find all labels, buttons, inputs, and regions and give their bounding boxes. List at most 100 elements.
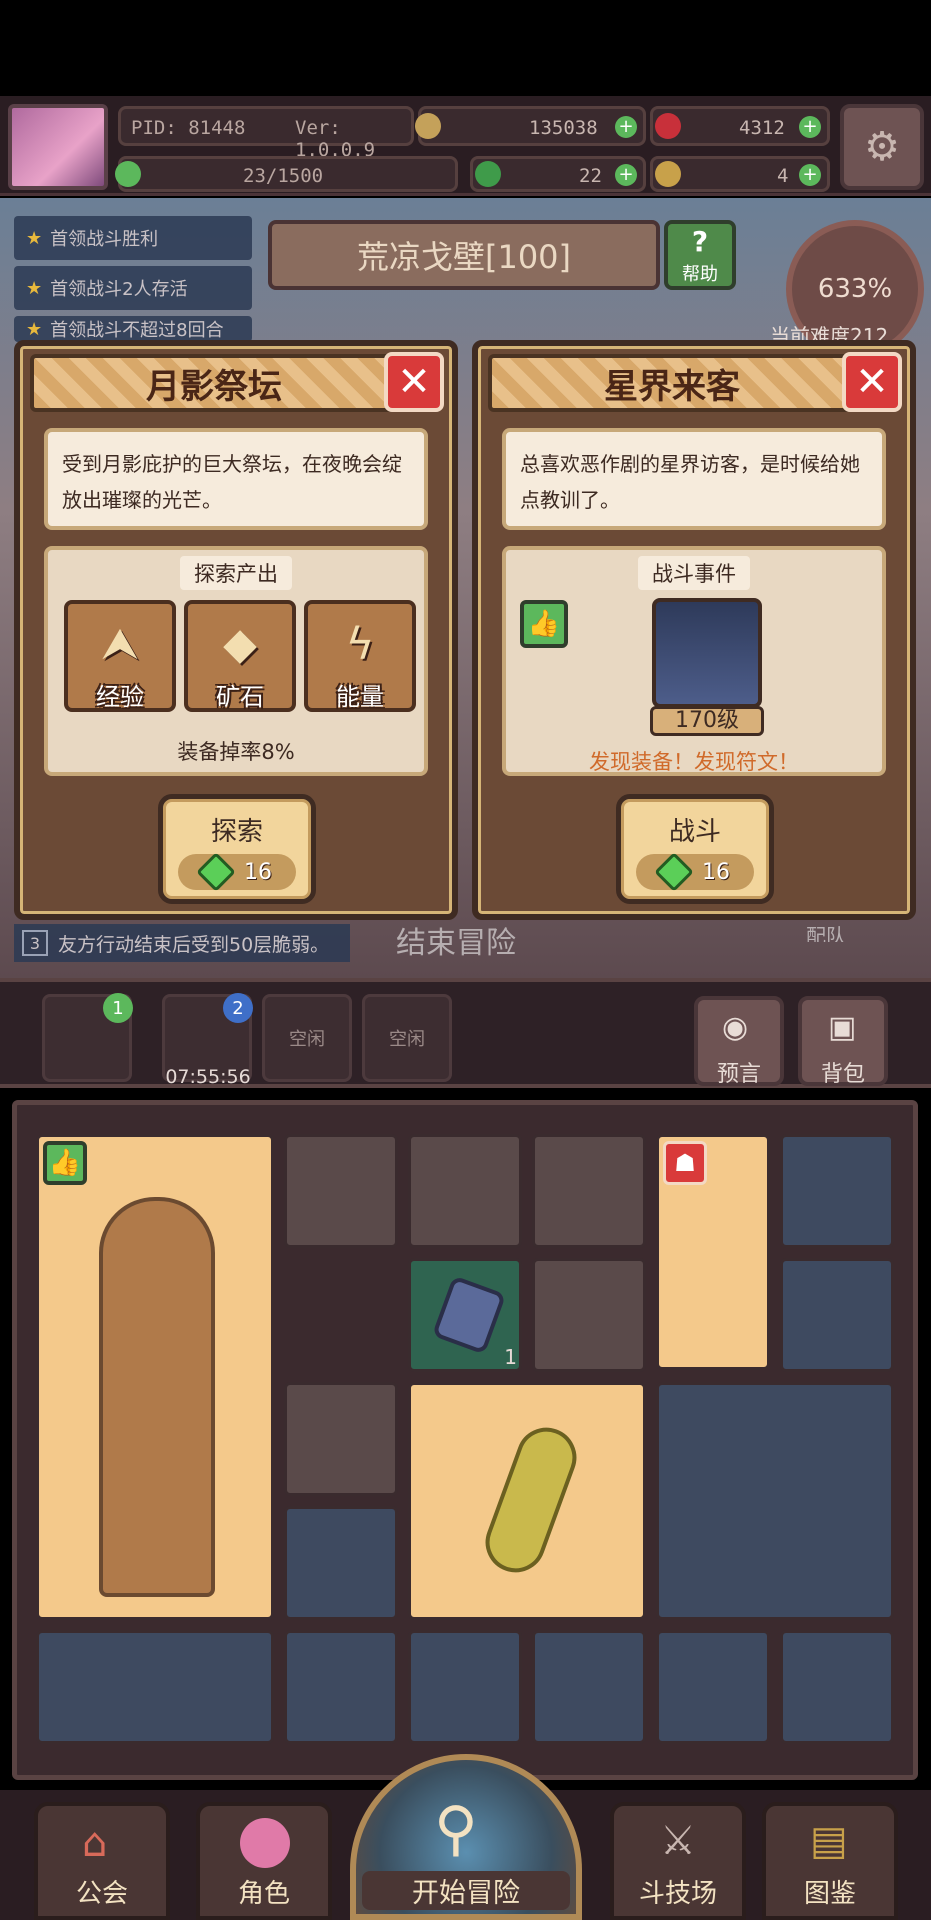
ore-icon: ◆: [223, 618, 257, 670]
output-slot[interactable]: ⮝ 经验: [64, 600, 176, 712]
slot-badge: 1: [103, 993, 133, 1023]
nav-character-label: 角色: [237, 1879, 290, 1909]
ruby-value: 4312: [739, 117, 785, 139]
battle-button[interactable]: 战斗 16: [616, 794, 774, 904]
cactus-icon: [477, 1419, 585, 1581]
help-button[interactable]: ? 帮助: [664, 220, 736, 290]
cauldron-tile[interactable]: [532, 1258, 646, 1372]
magnifier-icon: ⚲: [434, 1794, 478, 1864]
slot-label: 空闲: [289, 1029, 325, 1050]
slot-label: 空闲: [389, 1029, 425, 1050]
add-clover-button[interactable]: +: [615, 164, 637, 186]
board-cell[interactable]: [284, 1382, 398, 1496]
region-name[interactable]: 荒凉戈壁[100]: [268, 220, 660, 290]
nav-guild-label: 公会: [75, 1879, 128, 1909]
nav-arena-label: 斗技场: [638, 1879, 717, 1909]
crystal-icon: [431, 1275, 507, 1355]
quest-label: 首领战斗2人存活: [50, 279, 188, 300]
output-slot[interactable]: ϟ 能量: [304, 600, 416, 712]
green-gem-icon: [654, 852, 694, 892]
nav-codex[interactable]: ▤ 图鉴: [762, 1802, 898, 1920]
board-cell[interactable]: [284, 1630, 398, 1744]
backpack-button[interactable]: ▣ 背包: [798, 996, 888, 1087]
findings-text: 发现装备！发现符文！: [589, 750, 799, 774]
explore-button[interactable]: 探索 16: [158, 794, 316, 904]
clover-value: 22: [579, 165, 602, 187]
thumbs-up-icon: 👍: [520, 600, 568, 648]
nav-codex-label: 图鉴: [803, 1879, 856, 1909]
crystal-tile[interactable]: 1: [408, 1258, 522, 1372]
chevron-up-icon: ⮝: [101, 618, 139, 670]
log-line: 3 友方行动结束后受到50层脆弱。: [14, 924, 350, 962]
board-cell[interactable]: [780, 1134, 894, 1248]
team-slot-1[interactable]: 1: [42, 993, 133, 1082]
green-gem-icon: [196, 852, 236, 892]
board-cell[interactable]: [532, 1134, 646, 1248]
board-cell[interactable]: [284, 1134, 398, 1248]
card-description: 受到月影庇护的巨大祭坛，在夜晚会绽放出璀璨的光芒。: [44, 428, 428, 530]
energy-leaf-icon: [115, 161, 141, 187]
log-text: 友方行动结束后受到50层脆弱。: [58, 933, 330, 956]
key-value: 4: [777, 165, 789, 187]
event-card-visitor: 星界来客 ✕ 总喜欢恶作剧的星界访客，是时候给她点教训了。 战斗事件 👍 170…: [472, 340, 916, 920]
guild-building-icon: ⌂: [82, 1820, 108, 1866]
prophecy-button[interactable]: ◉ 预言: [694, 996, 784, 1087]
signpost-tile[interactable]: [408, 1134, 522, 1248]
log-index: 3: [22, 930, 48, 956]
board-cell[interactable]: [284, 1506, 398, 1620]
team-label[interactable]: 配队: [806, 920, 886, 942]
output-slot[interactable]: ◆ 矿石: [184, 600, 296, 712]
nav-guild[interactable]: ⌂ 公会: [34, 1802, 170, 1920]
board-cell[interactable]: [408, 1630, 522, 1744]
board-cell[interactable]: [656, 1630, 770, 1744]
quest-item: ★ 首领战斗不超过8回合: [14, 316, 252, 342]
pid-panel: PID: 81448 Ver: 1.0.0.9: [118, 106, 414, 161]
board-cell[interactable]: [780, 1630, 894, 1744]
question-icon: ?: [691, 225, 709, 258]
team-strip: [0, 978, 931, 1088]
crystal-ball-icon: ◉: [722, 1010, 749, 1045]
close-icon[interactable]: ✕: [842, 352, 902, 412]
team-slot-3[interactable]: 空闲: [262, 994, 352, 1082]
shadow-cactus-tile[interactable]: [656, 1382, 894, 1620]
cactus-tile[interactable]: [408, 1382, 646, 1620]
team-slot-4[interactable]: 空闲: [362, 994, 452, 1082]
slot-badge: 2: [223, 993, 253, 1023]
card-title: 星界来客: [488, 354, 856, 412]
add-ruby-button[interactable]: +: [799, 116, 821, 138]
help-label: 帮助: [682, 264, 718, 285]
key-icon: [655, 161, 681, 187]
clover-icon: [475, 161, 501, 187]
settings-gear-icon[interactable]: ⚙: [840, 104, 924, 190]
close-icon[interactable]: ✕: [384, 352, 444, 412]
ruby-panel: 4312 +: [650, 106, 830, 146]
end-adventure-button[interactable]: 结束冒险: [396, 918, 550, 962]
nav-arena[interactable]: ⚔ 斗技场: [610, 1802, 746, 1920]
add-gold-button[interactable]: +: [615, 116, 637, 138]
star-icon: ★: [26, 277, 43, 299]
pid-text: PID: 81448: [131, 117, 246, 139]
book-icon: ▤: [810, 1818, 848, 1864]
battle-label: 战斗: [668, 817, 721, 847]
board-cell[interactable]: [532, 1630, 646, 1744]
player-avatar[interactable]: [8, 104, 108, 190]
cost-badge: 16: [636, 852, 754, 892]
clover-panel: 22 +: [470, 156, 646, 192]
chest-tile[interactable]: [780, 1258, 894, 1372]
board-cell[interactable]: [36, 1630, 274, 1744]
version-text: Ver: 1.0.0.9: [295, 117, 376, 161]
key-panel: 4 +: [650, 156, 830, 192]
star-icon: ★: [26, 227, 43, 249]
add-key-button[interactable]: +: [799, 164, 821, 186]
backpack-label: 背包: [820, 1062, 865, 1087]
boss-marker-icon: ☗: [663, 1141, 707, 1185]
crystal-count: 1: [504, 1345, 517, 1369]
nav-character[interactable]: 角色: [196, 1802, 332, 1920]
explore-label: 探索: [210, 817, 263, 847]
start-label: 开始冒险: [362, 1871, 570, 1910]
enemy-portrait[interactable]: [652, 598, 762, 708]
drop-rate: 装备掉率8%: [177, 740, 295, 764]
output-label: 矿石: [216, 683, 264, 711]
pillar-tile[interactable]: ☗: [656, 1134, 770, 1370]
altar-tile[interactable]: 👍: [36, 1134, 274, 1620]
